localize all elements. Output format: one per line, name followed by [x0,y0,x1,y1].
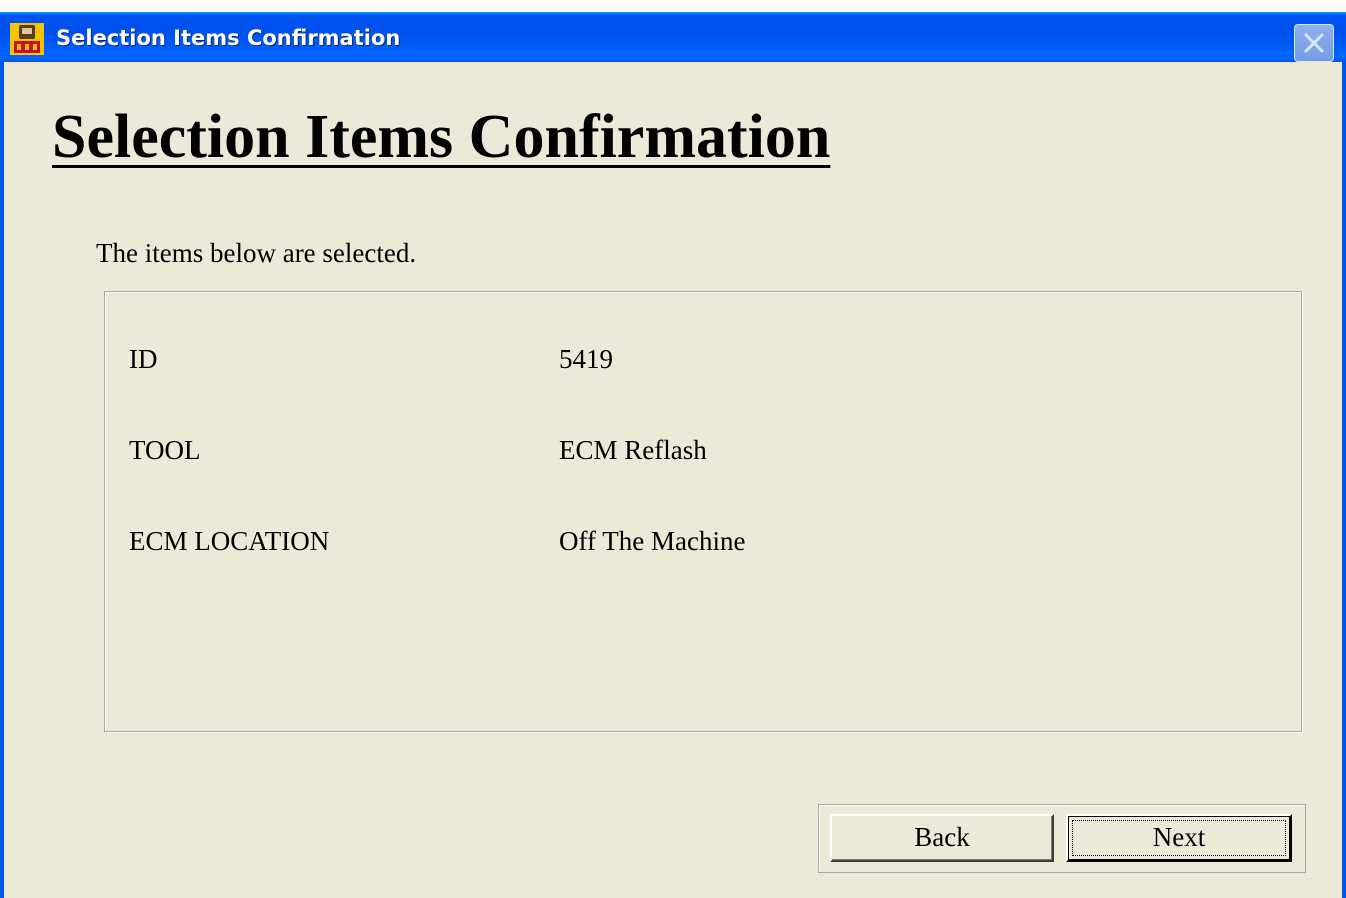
close-icon[interactable] [1294,24,1334,62]
item-label-id: ID [129,344,158,374]
focus-rectangle [1072,820,1286,856]
item-label-tool: TOOL [129,435,201,465]
title-bar[interactable]: Selection Items Confirmation [0,12,1346,62]
back-button[interactable]: Back [830,814,1054,862]
dialog-window: Selection Items Confirmation Selection I… [0,12,1346,898]
item-value-id: 5419 [559,344,613,374]
item-label-ecm-location: ECM LOCATION [129,526,330,556]
bts-app-icon [10,23,44,55]
page-title: Selection Items Confirmation [52,103,831,171]
item-value-tool: ECM Reflash [559,435,707,465]
item-value-ecm-location: Off The Machine [559,526,746,556]
window-title: Selection Items Confirmation [56,26,401,50]
next-button[interactable]: Next [1066,814,1292,862]
dialog-body: Selection Items Confirmation The items b… [4,62,1342,898]
intro-text: The items below are selected. [96,238,417,268]
selected-items-panel: ID 5419 TOOL ECM Reflash ECM LOCATION Of… [104,291,1302,732]
